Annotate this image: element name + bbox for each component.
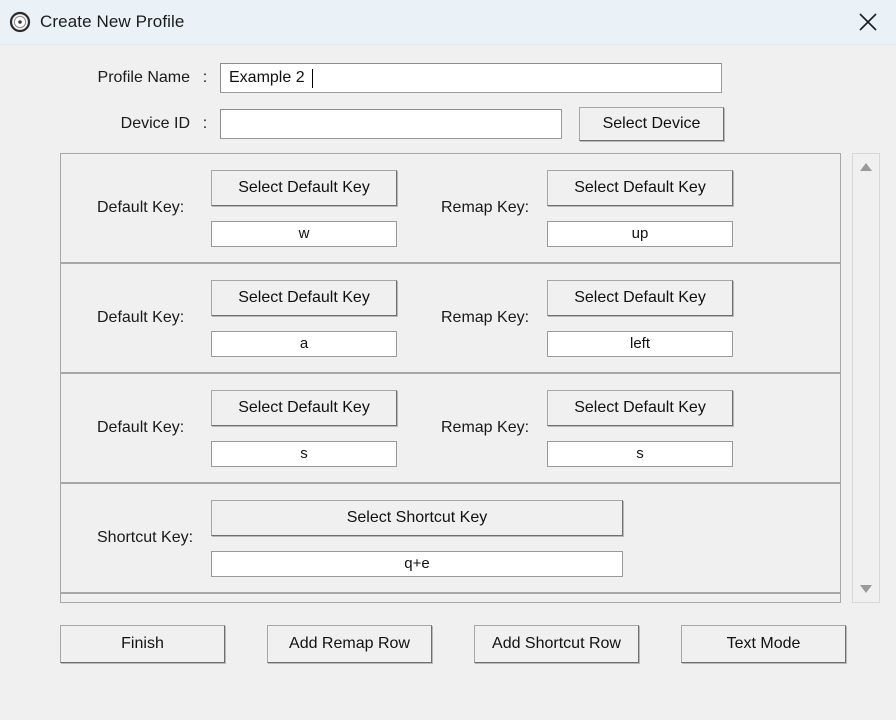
remap-key-value[interactable]: left bbox=[547, 330, 733, 357]
footer-button-bar: Finish Add Remap Row Add Shortcut Row Te… bbox=[0, 625, 896, 663]
default-key-label: Default Key: bbox=[97, 309, 185, 326]
default-key-group: Select Default Key w bbox=[211, 169, 397, 247]
shortcut-key-label: Shortcut Key: bbox=[97, 529, 194, 546]
select-device-button[interactable]: Select Device bbox=[579, 107, 724, 141]
profile-name-input[interactable]: Example 2 bbox=[220, 63, 722, 93]
device-id-input[interactable] bbox=[220, 109, 562, 139]
finish-button[interactable]: Finish bbox=[60, 625, 225, 663]
profile-name-row: Profile Name : Example 2 bbox=[0, 61, 896, 95]
window-title: Create New Profile bbox=[40, 12, 185, 31]
profile-form: Profile Name : Example 2 Device ID : Sel… bbox=[0, 45, 896, 141]
profile-name-label: Profile Name bbox=[97, 69, 190, 86]
text-caret bbox=[311, 68, 313, 88]
vertical-scrollbar[interactable] bbox=[852, 153, 880, 603]
triangle-up-icon[interactable] bbox=[852, 154, 880, 180]
device-id-row: Device ID : Select Device bbox=[0, 107, 896, 141]
default-key-value[interactable]: w bbox=[211, 220, 397, 247]
select-default-key-button[interactable]: Select Default Key bbox=[211, 279, 397, 316]
remap-key-label: Remap Key: bbox=[441, 309, 530, 326]
select-default-key-button[interactable]: Select Default Key bbox=[211, 389, 397, 426]
remap-key-label: Remap Key: bbox=[441, 199, 530, 216]
default-key-group: Select Default Key a bbox=[211, 279, 397, 357]
title-bar: Create New Profile bbox=[0, 0, 896, 45]
table-row: Default Key: Select Default Key w Remap … bbox=[61, 154, 840, 264]
profile-name-colon: : bbox=[202, 69, 208, 86]
remap-key-group: Select Default Key left bbox=[547, 279, 733, 357]
table-row: Default Key: Select Default Key s Remap … bbox=[61, 374, 840, 484]
default-key-label: Default Key: bbox=[97, 199, 185, 216]
remap-key-group: Select Default Key s bbox=[547, 389, 733, 467]
remap-key-group: Select Default Key up bbox=[547, 169, 733, 247]
device-id-colon: : bbox=[202, 115, 208, 132]
add-remap-row-button[interactable]: Add Remap Row bbox=[267, 625, 432, 663]
add-shortcut-row-button[interactable]: Add Shortcut Row bbox=[474, 625, 639, 663]
table-row: Shortcut Key: Select Shortcut Key q+e bbox=[61, 484, 840, 594]
close-icon[interactable] bbox=[840, 0, 896, 44]
default-key-value[interactable]: s bbox=[211, 440, 397, 467]
triangle-down-icon[interactable] bbox=[852, 576, 880, 602]
text-mode-button[interactable]: Text Mode bbox=[681, 625, 846, 663]
select-shortcut-key-button[interactable]: Select Shortcut Key bbox=[211, 499, 623, 536]
table-row: Default Key: Select Default Key a Remap … bbox=[61, 264, 840, 374]
shortcut-key-group: Select Shortcut Key q+e bbox=[211, 499, 623, 577]
select-remap-key-button[interactable]: Select Default Key bbox=[547, 389, 733, 426]
device-id-label: Device ID bbox=[120, 115, 190, 132]
select-remap-key-button[interactable]: Select Default Key bbox=[547, 279, 733, 316]
keymap-panel: Default Key: Select Default Key w Remap … bbox=[60, 153, 841, 603]
shortcut-key-value[interactable]: q+e bbox=[211, 550, 623, 577]
default-key-label: Default Key: bbox=[97, 419, 185, 436]
table-row-partial bbox=[61, 594, 840, 602]
remap-key-label: Remap Key: bbox=[441, 419, 530, 436]
default-key-group: Select Default Key s bbox=[211, 389, 397, 467]
default-key-value[interactable]: a bbox=[211, 330, 397, 357]
remap-key-value[interactable]: s bbox=[547, 440, 733, 467]
target-circle-icon bbox=[9, 11, 31, 33]
keymap-scroll-area: Default Key: Select Default Key w Remap … bbox=[60, 153, 880, 603]
select-remap-key-button[interactable]: Select Default Key bbox=[547, 169, 733, 206]
profile-name-value: Example 2 bbox=[229, 69, 305, 86]
create-new-profile-window: Create New Profile Profile Name : Exampl… bbox=[0, 0, 896, 720]
select-default-key-button[interactable]: Select Default Key bbox=[211, 169, 397, 206]
remap-key-value[interactable]: up bbox=[547, 220, 733, 247]
